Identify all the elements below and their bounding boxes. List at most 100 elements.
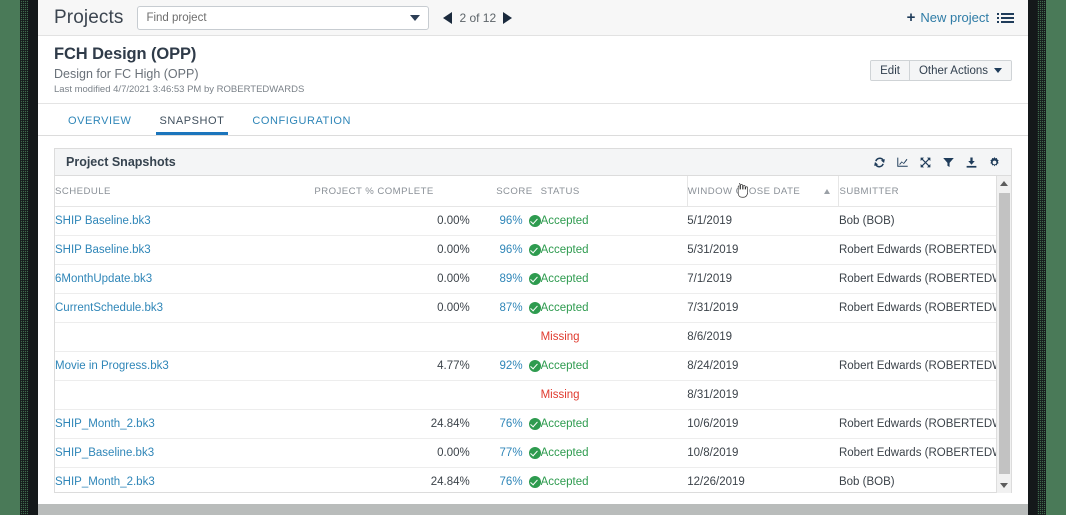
cell-submitter: Robert Edwards (ROBERTEDWAI: [838, 351, 1011, 381]
window-shadow-right: [1037, 0, 1046, 515]
cell-schedule: 6MonthUpdate.bk3: [55, 264, 248, 294]
header-label: STATUS: [540, 186, 580, 197]
column-header-window-close-date[interactable]: WINDOW CLOSE DATE: [686, 176, 839, 207]
window-border-right: [1028, 0, 1037, 515]
schedule-link[interactable]: CurrentSchedule.bk3: [55, 302, 163, 314]
score-link[interactable]: 89%: [500, 273, 523, 285]
gear-icon[interactable]: [988, 156, 1001, 169]
cell-submitter: Robert Edwards (ROBERTEDWAI: [838, 438, 1011, 468]
score-wrapper: 76%: [500, 418, 541, 430]
status-badge: Accepted: [540, 447, 589, 459]
table-row[interactable]: CurrentSchedule.bk3 0.00% 87% Accepted 7/31/…: [55, 293, 1011, 323]
column-header-status[interactable]: STATUS: [540, 176, 688, 207]
new-project-button[interactable]: + New project: [907, 10, 989, 25]
project-snapshots-panel: Project Snapshots SCHEDULE PROJECT % COM…: [54, 148, 1012, 493]
score-link[interactable]: 76%: [500, 476, 523, 488]
chevron-down-icon[interactable]: [410, 14, 421, 21]
other-actions-button[interactable]: Other Actions: [909, 61, 1011, 80]
cell-window-close-date: 7/1/2019: [687, 264, 839, 294]
panel-toolbar: [873, 156, 1001, 169]
scrollbar-thumb[interactable]: [999, 193, 1010, 474]
table-row[interactable]: Missing 8/6/2019: [55, 322, 1011, 352]
schedule-link[interactable]: SHIP Baseline.bk3: [55, 215, 151, 227]
scroll-down-button[interactable]: [997, 478, 1011, 493]
cell-submitter: Robert Edwards (ROBERTEDWAI: [838, 293, 1011, 323]
cell-schedule: SHIP_Month_2.bk3: [55, 467, 248, 493]
cell-window-close-date: 5/1/2019: [687, 206, 839, 236]
status-badge: Accepted: [540, 360, 589, 372]
tab-snapshot[interactable]: SNAPSHOT: [146, 115, 239, 135]
cell-score: [469, 322, 541, 352]
cell-score: 89%: [469, 264, 541, 294]
score-wrapper: 92%: [500, 360, 541, 372]
score-wrapper: 77%: [500, 447, 541, 459]
find-project-input[interactable]: [146, 11, 405, 24]
list-icon[interactable]: [997, 12, 1014, 23]
cell-status: Accepted: [540, 264, 688, 294]
previous-project-button[interactable]: [443, 11, 453, 24]
status-badge: Accepted: [540, 418, 589, 430]
cell-status: Accepted: [540, 467, 688, 493]
scroll-up-button[interactable]: [997, 176, 1011, 191]
chart-icon[interactable]: [896, 156, 909, 169]
status-badge: Accepted: [540, 215, 589, 227]
window-bottom-strip: [38, 504, 1028, 515]
score-link[interactable]: 96%: [500, 215, 523, 227]
schedule-link[interactable]: SHIP_Baseline.bk3: [55, 447, 154, 459]
table-row[interactable]: SHIP_Baseline.bk3 0.00% 77% Accepted 10/8/20…: [55, 438, 1011, 468]
score-link[interactable]: 87%: [500, 302, 523, 314]
schedule-link[interactable]: SHIP_Month_2.bk3: [55, 418, 155, 430]
schedule-link[interactable]: 6MonthUpdate.bk3: [55, 273, 152, 285]
filter-icon[interactable]: [942, 156, 955, 169]
cell-score: 96%: [469, 206, 541, 236]
column-header-schedule[interactable]: SCHEDULE: [55, 176, 248, 207]
cell-percent-complete: 0.00%: [247, 235, 470, 265]
table-row[interactable]: Missing 8/31/2019: [55, 380, 1011, 410]
tab-configuration[interactable]: CONFIGURATION: [238, 115, 365, 135]
table-row[interactable]: SHIP_Month_2.bk3 24.84% 76% Accepted 10/6/20…: [55, 409, 1011, 439]
download-icon[interactable]: [965, 156, 978, 169]
window-border-left: [28, 0, 38, 515]
score-link[interactable]: 96%: [500, 244, 523, 256]
cell-window-close-date: 10/6/2019: [687, 409, 839, 439]
schedule-link[interactable]: Movie in Progress.bk3: [55, 360, 169, 372]
triangle-up-icon: [1000, 181, 1008, 186]
edit-button[interactable]: Edit: [871, 61, 909, 80]
score-wrapper: 96%: [500, 215, 541, 227]
table-row[interactable]: SHIP Baseline.bk3 0.00% 96% Accepted 5/1/201…: [55, 206, 1011, 236]
cell-schedule: [55, 380, 248, 410]
project-header: FCH Design (OPP) Design for FC High (OPP…: [38, 36, 1028, 104]
score-link[interactable]: 92%: [500, 360, 523, 372]
table-row[interactable]: SHIP Baseline.bk3 0.00% 96% Accepted 5/31/20…: [55, 235, 1011, 265]
cell-status: Missing: [540, 322, 688, 352]
status-badge: Accepted: [540, 244, 589, 256]
cell-window-close-date: 8/31/2019: [687, 380, 839, 410]
table-row[interactable]: 6MonthUpdate.bk3 0.00% 89% Accepted 7/1/2019…: [55, 264, 1011, 294]
project-finder[interactable]: [137, 5, 430, 30]
score-wrapper: 96%: [500, 244, 541, 256]
check-circle-icon: [528, 476, 541, 488]
cell-schedule: CurrentSchedule.bk3: [55, 293, 248, 323]
cell-schedule: Movie in Progress.bk3: [55, 351, 248, 381]
header-label: WINDOW CLOSE DATE: [687, 186, 801, 197]
cell-window-close-date: 8/6/2019: [687, 322, 839, 352]
cell-status: Accepted: [540, 206, 688, 236]
column-header-percent-complete[interactable]: PROJECT % COMPLETE: [247, 176, 470, 207]
table-row[interactable]: Movie in Progress.bk3 4.77% 92% Accepted 8/2…: [55, 351, 1011, 381]
cell-submitter: [838, 380, 1011, 410]
schedule-link[interactable]: SHIP Baseline.bk3: [55, 244, 151, 256]
expand-icon[interactable]: [919, 156, 932, 169]
refresh-icon[interactable]: [873, 156, 886, 169]
score-link[interactable]: 77%: [500, 447, 523, 459]
cell-percent-complete: 0.00%: [247, 293, 470, 323]
panel-title: Project Snapshots: [66, 155, 176, 169]
tab-overview[interactable]: OVERVIEW: [54, 115, 146, 135]
table-scrollbar[interactable]: [996, 176, 1011, 493]
column-header-submitter[interactable]: SUBMITTER: [838, 176, 1011, 207]
table-row[interactable]: SHIP_Month_2.bk3 24.84% 76% Accepted 12/26/2…: [55, 467, 1011, 493]
score-link[interactable]: 76%: [500, 418, 523, 430]
next-project-button[interactable]: [503, 11, 513, 24]
column-header-score[interactable]: SCORE: [469, 176, 541, 207]
cell-status: Accepted: [540, 438, 688, 468]
schedule-link[interactable]: SHIP_Month_2.bk3: [55, 476, 155, 488]
